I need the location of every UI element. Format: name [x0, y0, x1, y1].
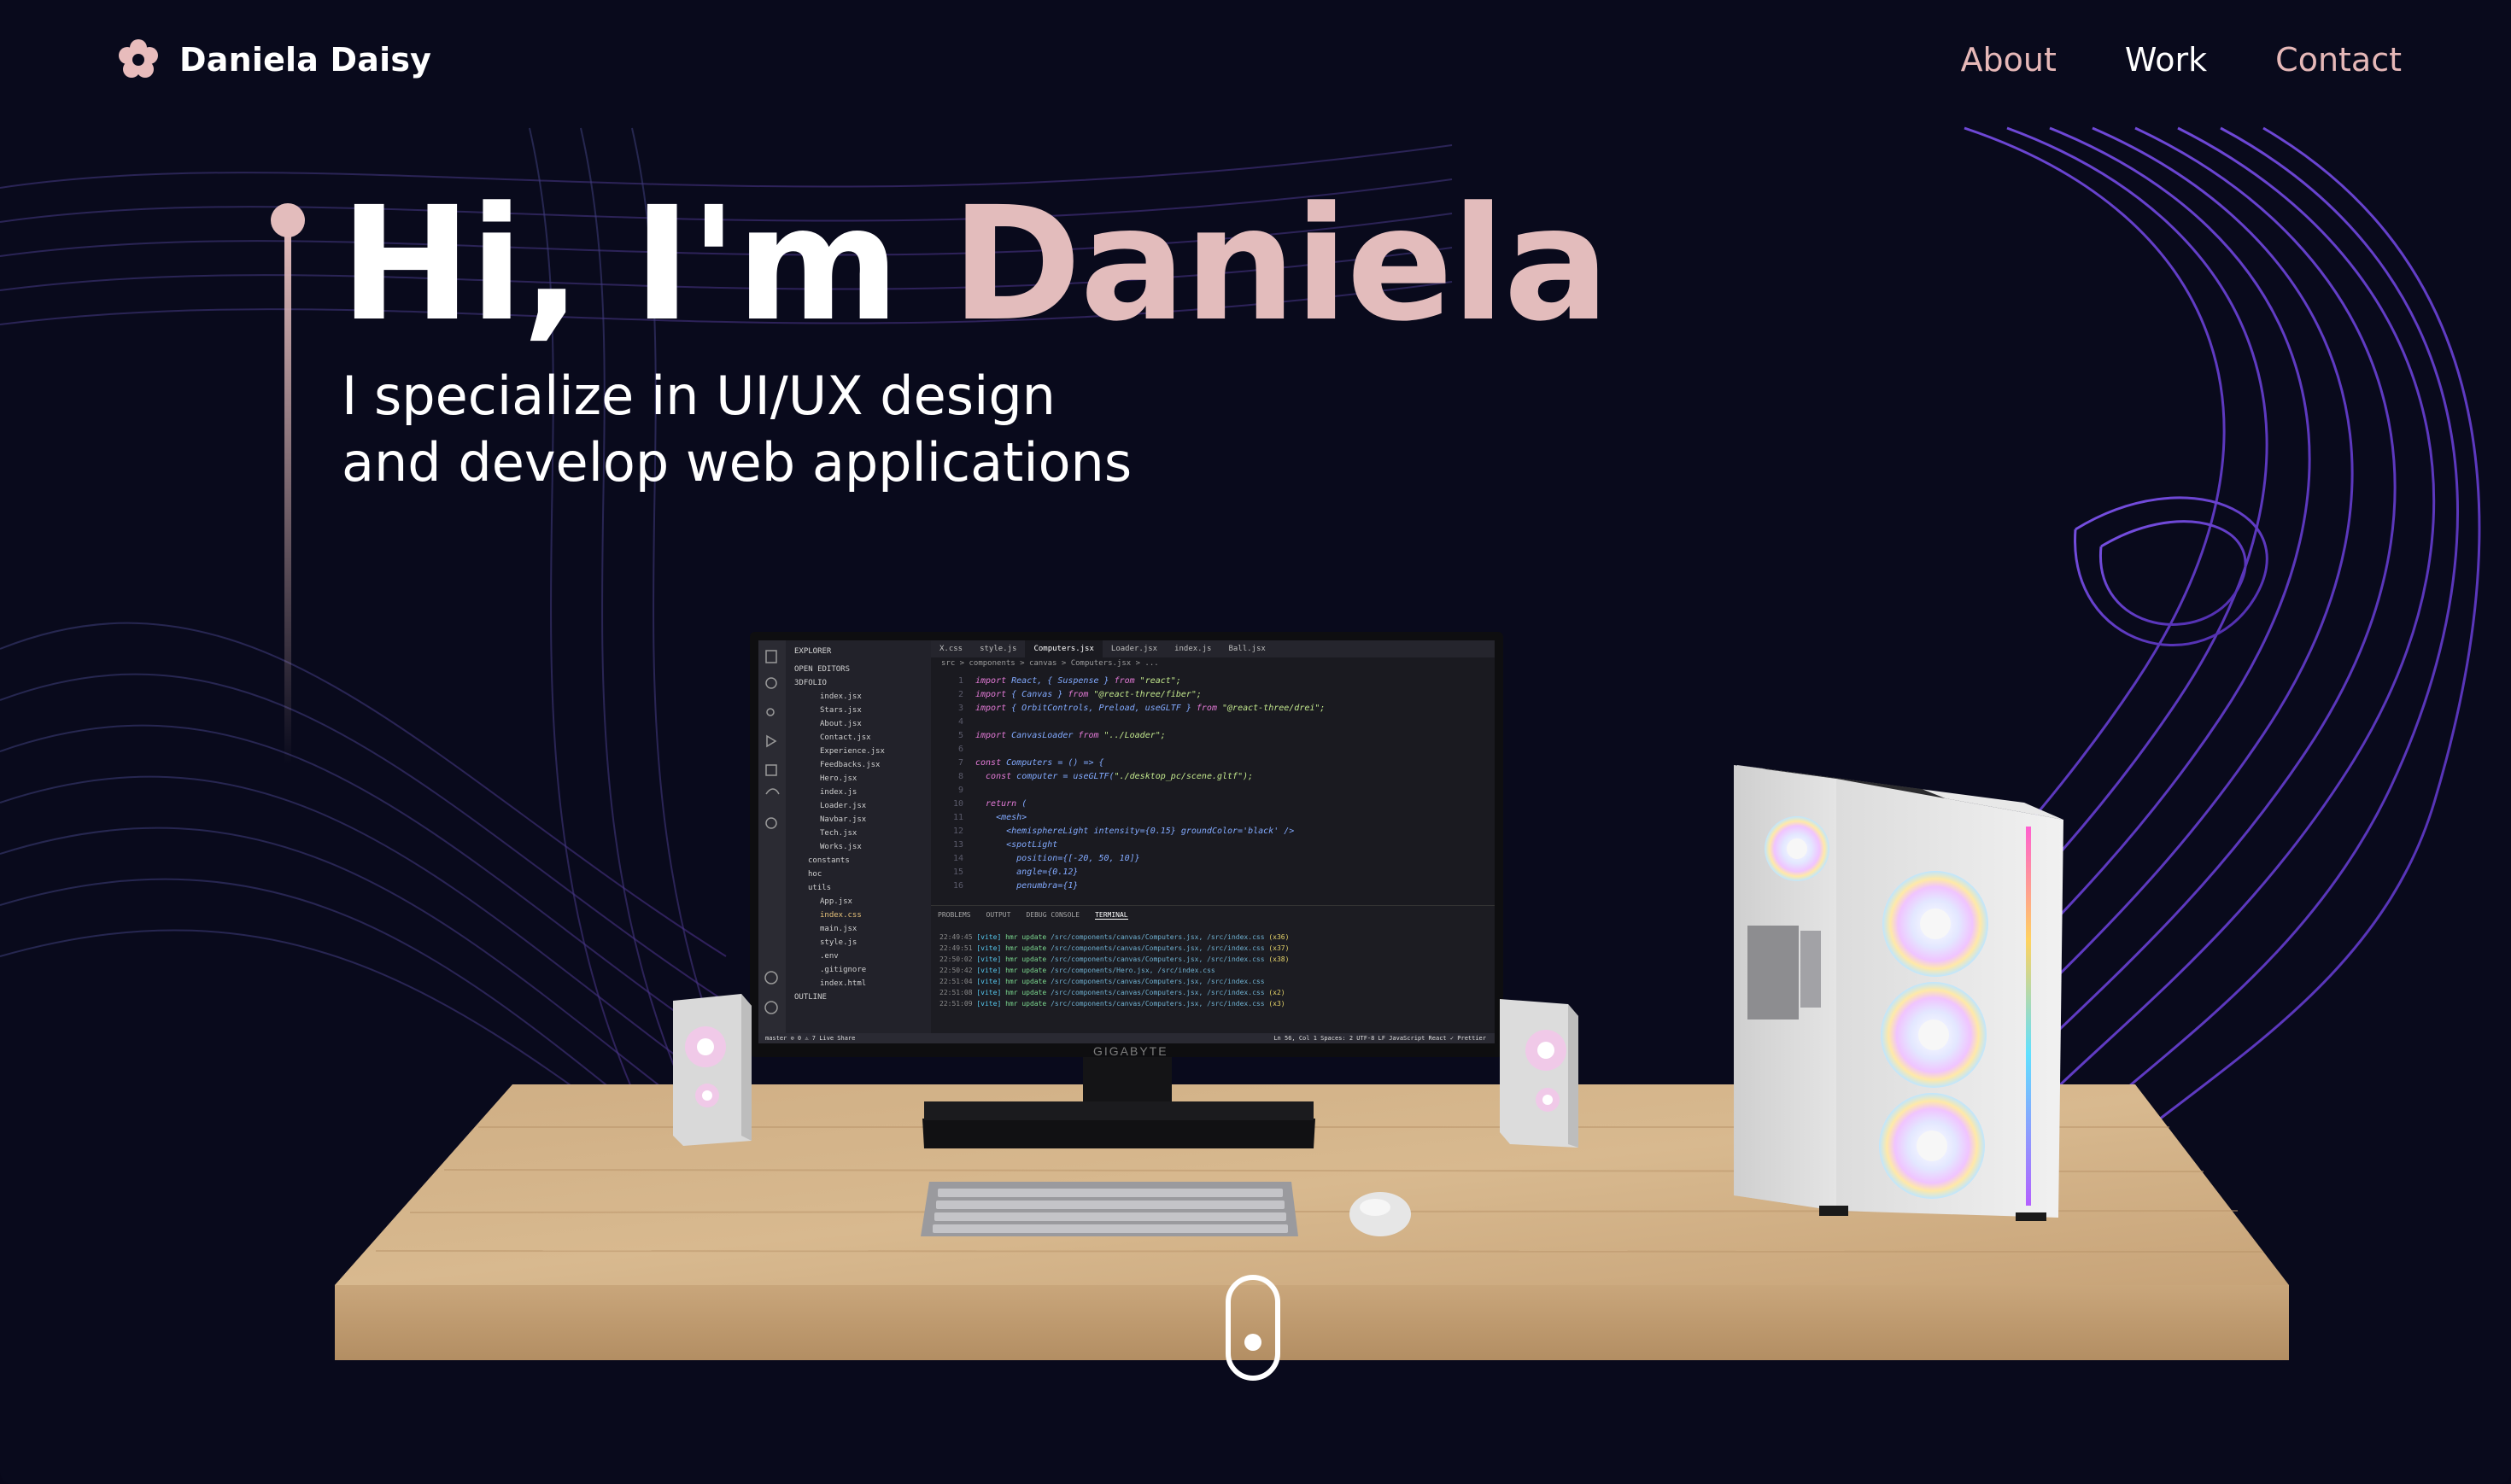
- explorer-item[interactable]: index.html: [786, 977, 931, 990]
- terminal-line: 22:50:42 [vite] hmr update /src/componen…: [939, 967, 1215, 974]
- explorer-item[interactable]: 3DFOLIO: [786, 676, 931, 690]
- explorer-item[interactable]: Tech.jsx: [786, 827, 931, 840]
- explorer-item[interactable]: Stars.jsx: [786, 704, 931, 717]
- terminal-line: 22:51:04 [vite] hmr update /src/componen…: [939, 978, 1265, 985]
- panel-tab[interactable]: DEBUG CONSOLE: [1026, 911, 1080, 920]
- explorer-item[interactable]: index.js: [786, 786, 931, 799]
- code-line: 3 import { OrbitControls, Preload, useGLT…: [957, 704, 1326, 713]
- explorer-item[interactable]: Contact.jsx: [786, 731, 931, 745]
- terminal-line: 22:51:09 [vite] hmr update /src/componen…: [939, 1000, 1285, 1008]
- code-line: 4: [957, 717, 963, 727]
- explorer-item[interactable]: index.jsx: [786, 690, 931, 704]
- explorer-list: OPEN EDITORS 3DFOLIO index.jsx Stars.jsx Abo…: [786, 663, 931, 1004]
- code-lines: 1 import React, { Suspense } from "react"…: [938, 675, 1484, 893]
- panel-tabs: PROBLEMS OUTPUT DEBUG CONSOLE TERMINAL: [938, 911, 1128, 920]
- right-speaker: [1500, 999, 1578, 1148]
- explorer-item[interactable]: OUTLINE: [786, 990, 931, 1004]
- code-line: 11 <mesh>: [952, 813, 1027, 822]
- explorer-item[interactable]: Loader.jsx: [786, 799, 931, 813]
- code-line: 8 const computer = useGLTF("./desktop_pc…: [957, 772, 1254, 781]
- editor-tab[interactable]: index.js: [1166, 640, 1220, 657]
- terminal-line: 22:51:08 [vite] hmr update /src/componen…: [939, 989, 1285, 996]
- code-line: 1 import React, { Suspense } from "react"…: [957, 676, 1181, 686]
- pc-case: [1734, 765, 2063, 1221]
- code-line: 16 penumbra={1}: [952, 881, 1079, 891]
- code-line: 14 position={[-20, 50, 10]}: [952, 854, 1140, 863]
- code-line: 10 return (: [952, 799, 1027, 809]
- code-line: 6: [957, 745, 963, 754]
- editor-tab[interactable]: Loader.jsx: [1103, 640, 1166, 657]
- left-speaker: [673, 994, 752, 1146]
- editor-tab[interactable]: X.css: [931, 640, 971, 657]
- code-line: 13 <spotLight: [952, 840, 1058, 850]
- code-line: 15 angle={0.12}: [952, 868, 1079, 877]
- editor-tab[interactable]: Computers.jsx: [1025, 640, 1103, 657]
- code-line: 9: [957, 786, 963, 795]
- code-line: 7 const Computers = () => {: [957, 758, 1104, 768]
- explorer-item[interactable]: utils: [786, 881, 931, 895]
- explorer-item[interactable]: index.css: [786, 909, 931, 922]
- explorer-item[interactable]: .gitignore: [786, 963, 931, 977]
- terminal-line: 22:49:45 [vite] hmr update /src/componen…: [939, 933, 1290, 941]
- portfolio-page: Daniela Daisy About Work Contact Hi, I'm…: [0, 0, 2511, 1484]
- explorer-item[interactable]: About.jsx: [786, 717, 931, 731]
- explorer-item[interactable]: hoc: [786, 868, 931, 881]
- editor-breadcrumb: src > components > canvas > Computers.js…: [941, 659, 1159, 668]
- explorer-item[interactable]: main.jsx: [786, 922, 931, 936]
- panel-tab[interactable]: OUTPUT: [986, 911, 1011, 920]
- editor-activity-bar: [758, 640, 786, 1033]
- panel-tab[interactable]: TERMINAL: [1095, 911, 1128, 920]
- file-explorer: EXPLORER OPEN EDITORS 3DFOLIO index.jsx Sta…: [786, 640, 931, 1033]
- editor-tab[interactable]: style.js: [971, 640, 1025, 657]
- explorer-title: EXPLORER: [794, 647, 832, 656]
- code-line: 12 <hemisphereLight intensity={0.15} gro…: [952, 827, 1295, 836]
- explorer-item[interactable]: OPEN EDITORS: [786, 663, 931, 676]
- code-editor: X.css style.js Computers.jsx Loader.jsx inde…: [931, 640, 1495, 905]
- explorer-item[interactable]: Experience.jsx: [786, 745, 931, 758]
- explorer-item[interactable]: constants: [786, 854, 931, 868]
- explorer-item[interactable]: Hero.jsx: [786, 772, 931, 786]
- terminal-line: 22:50:02 [vite] hmr update /src/componen…: [939, 955, 1290, 963]
- status-left: master ⊘ 0 ⚠ 7 Live Share: [765, 1035, 856, 1042]
- activity-icons: [764, 650, 780, 1014]
- code-line: 5 import CanvasLoader from "../Loader";: [957, 731, 1166, 740]
- explorer-item[interactable]: Feedbacks.jsx: [786, 758, 931, 772]
- explorer-item[interactable]: Works.jsx: [786, 840, 931, 854]
- explorer-item[interactable]: App.jsx: [786, 895, 931, 909]
- monitor-brand-label: GIGABYTE: [1093, 1044, 1168, 1058]
- explorer-item[interactable]: Navbar.jsx: [786, 813, 931, 827]
- status-right: Ln 56, Col 1 Spaces: 2 UTF-8 LF JavaScri…: [1273, 1035, 1486, 1042]
- explorer-item[interactable]: style.js: [786, 936, 931, 949]
- mouse-scroll-icon[interactable]: [1223, 1272, 1283, 1383]
- terminal-line: 22:49:51 [vite] hmr update /src/componen…: [939, 944, 1290, 952]
- editor-tabs: X.css style.js Computers.jsx Loader.jsx inde…: [931, 640, 1495, 657]
- terminal-output: 22:49:45 [vite] hmr update /src/componen…: [939, 932, 1486, 1009]
- keyboard: [921, 1182, 1298, 1236]
- terminal-panel: PROBLEMS OUTPUT DEBUG CONSOLE TERMINAL 22:4…: [931, 905, 1495, 1034]
- monitor-screen: EXPLORER OPEN EDITORS 3DFOLIO index.jsx Sta…: [758, 640, 1495, 1043]
- code-line: 2 import { Canvas } from "@react-three/fi…: [957, 690, 1202, 699]
- mouse: [1349, 1192, 1411, 1236]
- explorer-item[interactable]: .env: [786, 949, 931, 963]
- panel-tab[interactable]: PROBLEMS: [938, 911, 971, 920]
- editor-tab[interactable]: Ball.jsx: [1220, 640, 1273, 657]
- editor-status-bar: master ⊘ 0 ⚠ 7 Live Share Ln 56, Col 1 S…: [758, 1033, 1495, 1043]
